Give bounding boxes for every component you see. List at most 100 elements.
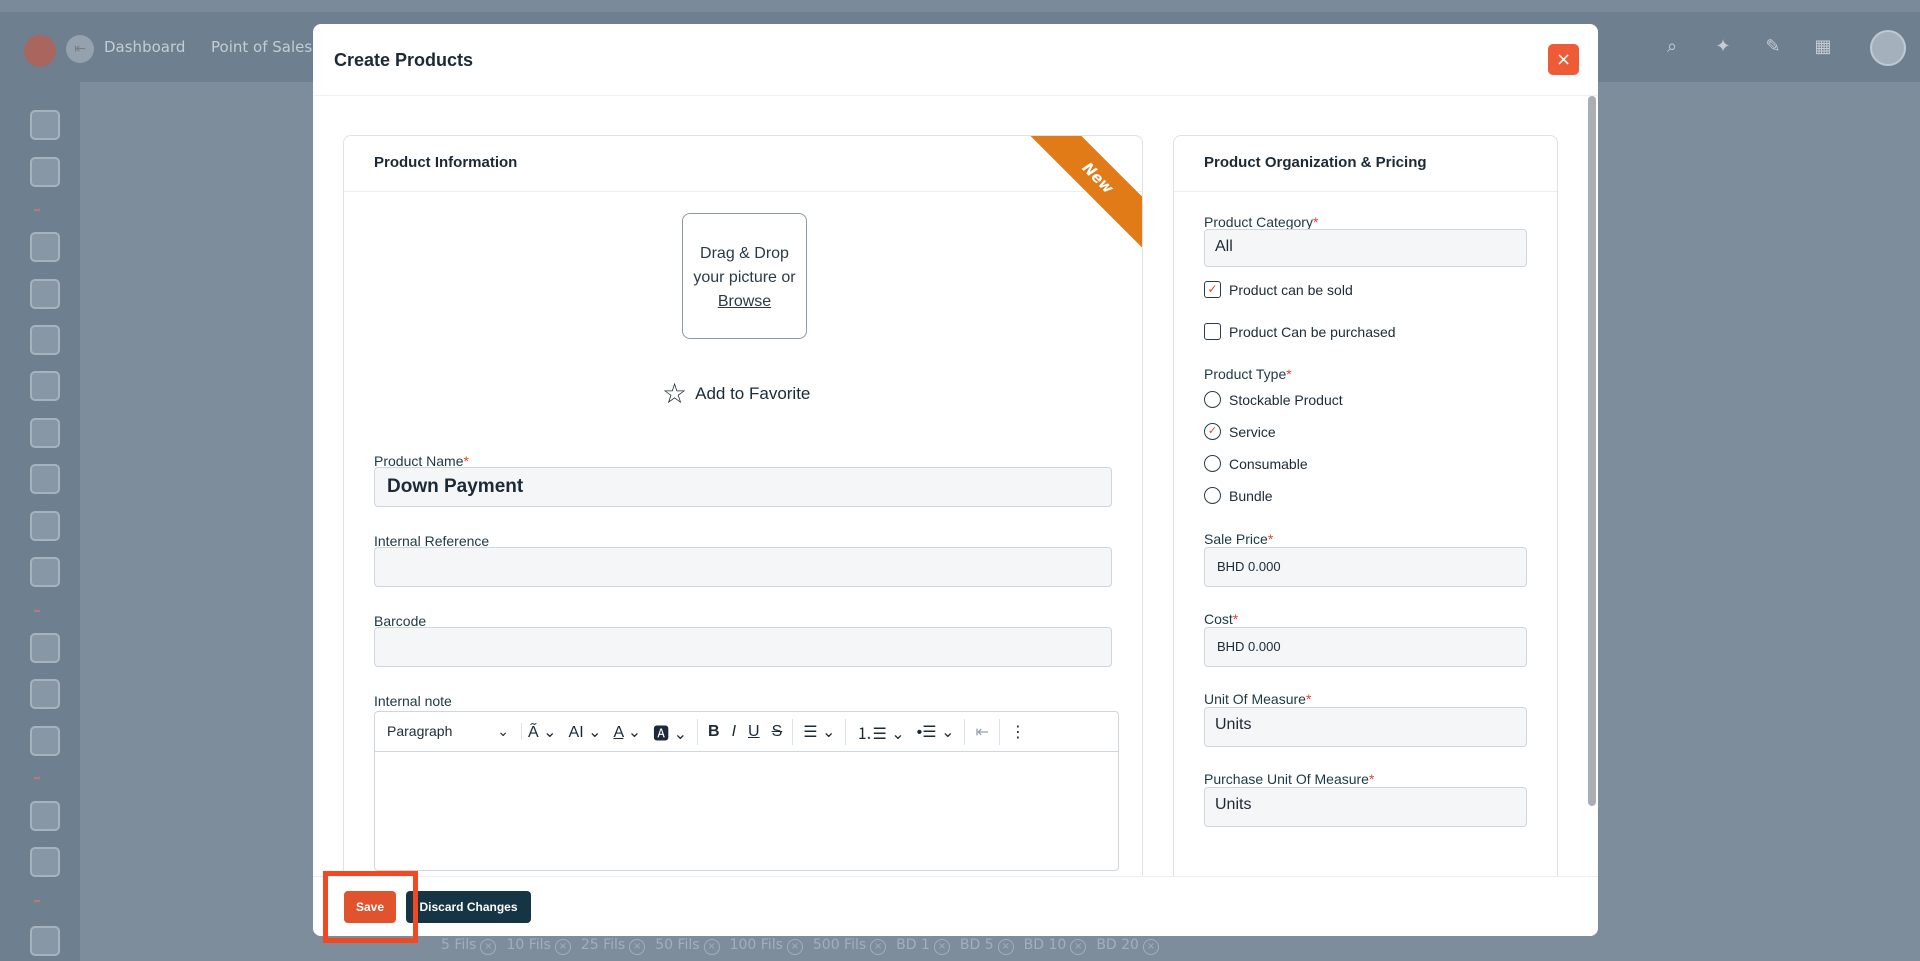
bandage-icon[interactable]: ✎ [1762,36,1784,58]
chevron-down-icon: ⌄ [497,723,509,739]
toolbar-divider [792,718,794,745]
underline-icon[interactable]: U [742,723,766,741]
product-type-option[interactable]: Bundle [1204,487,1273,504]
image-dropzone[interactable]: Drag & Drop your picture or Browse [682,213,807,339]
internal-reference-input[interactable] [374,547,1112,587]
remove-chip-icon[interactable]: × [933,938,950,955]
modal-scrollbar[interactable] [1588,96,1596,806]
remove-chip-icon[interactable]: × [786,938,803,955]
add-to-favorite[interactable]: ☆ Add to Favorite [662,380,810,408]
sidebar-icon[interactable] [30,511,60,541]
magic-wand-icon[interactable]: ✦ [1712,36,1734,58]
radio-button[interactable] [1204,455,1221,472]
chip[interactable]: BD 10 × [1024,937,1087,955]
card-heading: Product Information [344,136,1142,192]
font-family-icon[interactable]: AI ⌄ [563,722,608,742]
radio-button-selected[interactable]: ✓ [1204,423,1221,440]
close-icon[interactable]: × [1548,44,1579,75]
sidebar-icon[interactable] [30,157,60,187]
align-icon[interactable]: ☰ ⌄ [797,722,841,742]
sidebar-divider [34,610,40,612]
numbered-list-icon[interactable]: ⒈☰ ⌄ [850,720,910,744]
purchase-unit-of-measure-select[interactable]: Units [1204,787,1527,827]
bold-icon[interactable]: B [702,723,726,741]
save-button[interactable]: Save [344,891,396,923]
outdent-icon[interactable]: ⇤ [969,722,994,742]
sale-price-input[interactable]: BHD 0.000 [1204,547,1527,587]
remove-chip-icon[interactable]: × [870,938,887,955]
chip[interactable]: 10 Fils × [506,937,571,955]
font-color-icon[interactable]: A ⌄ [608,722,648,742]
sidebar-icon[interactable] [30,325,60,355]
search-icon[interactable]: ⌕ [1661,36,1683,58]
chip[interactable]: 25 Fils × [581,937,646,955]
product-information-card: Product Information New Drag & Drop your… [343,135,1143,925]
remove-chip-icon[interactable]: × [629,938,646,955]
chip[interactable]: 50 Fils × [655,937,720,955]
internal-note-editor[interactable]: Paragraph ⌄ A᷉ ⌄ AI ⌄ A ⌄ 🅰 ⌄ B I U S ☰ ⌄… [374,711,1119,871]
font-size-icon[interactable]: A᷉ ⌄ [522,722,563,742]
modal-footer: Save Discard Changes [313,876,1598,936]
product-type-option[interactable]: Stockable Product [1204,391,1343,408]
product-category-select[interactable]: All [1204,229,1527,267]
toolbar-divider [998,718,1000,745]
logout-icon[interactable] [30,926,60,956]
barcode-input[interactable] [374,627,1112,667]
cost-input[interactable]: BHD 0.000 [1204,627,1527,667]
sidebar-icon[interactable] [30,633,60,663]
collapse-sidebar-icon[interactable]: ⇤ [66,35,94,63]
can-be-sold-checkbox[interactable]: ✓ [1204,281,1221,298]
can-be-purchased-row[interactable]: Product Can be purchased [1204,323,1396,340]
toolbar-divider [845,718,847,745]
dropzone-text: Drag & Drop [700,245,789,262]
chip[interactable]: BD 1 × [896,937,950,955]
sidebar-icon[interactable] [30,464,60,494]
remove-chip-icon[interactable]: × [1142,938,1159,955]
product-type-option[interactable]: ✓ Service [1204,423,1276,440]
nav-point-of-sales[interactable]: Point of Sales [211,38,312,56]
unit-of-measure-select[interactable]: Units [1204,707,1527,747]
product-type-label: Service [1229,423,1276,440]
apps-grid-icon[interactable]: ▦ [1812,36,1834,58]
can-be-purchased-checkbox[interactable] [1204,323,1221,340]
browse-link[interactable]: Browse [683,290,806,314]
sidebar-icon[interactable] [30,801,60,831]
can-be-sold-row[interactable]: ✓ Product can be sold [1204,281,1353,298]
user-avatar[interactable] [1870,30,1906,66]
more-options-icon[interactable]: ⋮ [1004,722,1032,742]
app-sidebar [0,12,80,961]
bulleted-list-icon[interactable]: •☰ ⌄ [911,722,961,742]
product-type-label: Bundle [1229,487,1273,504]
sidebar-icon[interactable] [30,847,60,877]
strikethrough-icon[interactable]: S [766,723,789,741]
sidebar-icon[interactable] [30,232,60,262]
remove-chip-icon[interactable]: × [480,938,497,955]
italic-icon[interactable]: I [726,723,742,741]
chip[interactable]: BD 20 × [1096,937,1159,955]
chip[interactable]: 100 Fils × [730,937,803,955]
highlight-color-icon[interactable]: 🅰 ⌄ [647,720,693,744]
radio-button[interactable] [1204,487,1221,504]
product-type-option[interactable]: Consumable [1204,455,1308,472]
chip[interactable]: BD 5 × [960,937,1014,955]
paragraph-style-select[interactable]: Paragraph ⌄ [387,723,522,740]
chip[interactable]: 5 Fils × [441,937,497,955]
sidebar-icon[interactable] [30,679,60,709]
sidebar-divider [34,900,40,902]
nav-dashboard[interactable]: Dashboard [104,38,185,56]
can-be-sold-label: Product can be sold [1229,281,1353,298]
sidebar-icon[interactable] [30,418,60,448]
sidebar-icon[interactable] [30,371,60,401]
sidebar-icon[interactable] [30,726,60,756]
remove-chip-icon[interactable]: × [997,938,1014,955]
chip[interactable]: 500 Fils × [813,937,887,955]
remove-chip-icon[interactable]: × [1070,938,1087,955]
remove-chip-icon[interactable]: × [703,938,720,955]
radio-button[interactable] [1204,391,1221,408]
sidebar-icon[interactable] [30,557,60,587]
sidebar-icon[interactable] [30,279,60,309]
remove-chip-icon[interactable]: × [554,938,571,955]
product-name-input[interactable]: Down Payment [374,467,1112,507]
sidebar-icon[interactable] [30,110,60,140]
discard-changes-button[interactable]: Discard Changes [406,891,531,923]
